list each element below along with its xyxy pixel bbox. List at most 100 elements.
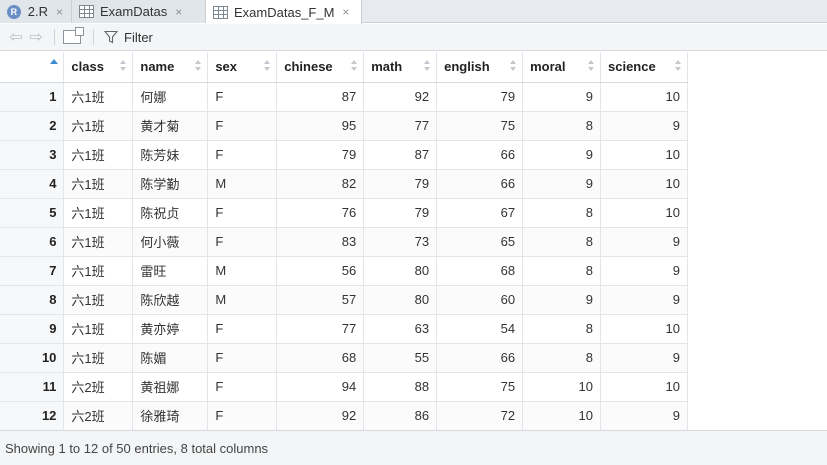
table-cell-class: 六2班 (63, 372, 134, 402)
sort-icon (588, 60, 594, 72)
table-cell-sex: M (207, 285, 278, 315)
column-header-label: class (71, 59, 104, 75)
table-cell-science: 10 (600, 372, 688, 402)
tab-examdatas[interactable]: ExamDatas × (72, 0, 206, 23)
row-number-cell: 8 (0, 285, 65, 315)
tab-2-r[interactable]: R 2.R × (0, 0, 72, 23)
back-arrow-icon[interactable]: ⇦ (6, 27, 26, 47)
table-cell-math: 86 (363, 401, 438, 431)
table-row: 11 六2班 黄祖娜 F 94 88 75 10 10 (0, 372, 688, 402)
table-cell-chinese: 77 (276, 314, 365, 344)
column-header-math[interactable]: math (363, 52, 438, 83)
table-cell-moral: 9 (522, 169, 601, 199)
table-cell-science: 9 (600, 256, 688, 286)
table-cell-math: 80 (363, 285, 438, 315)
table-cell-sex: F (207, 111, 278, 141)
row-number-header[interactable] (0, 52, 65, 83)
data-table: class name sex chinese math english mora… (0, 52, 688, 431)
forward-arrow-icon[interactable]: ⇨ (26, 27, 46, 47)
table-cell-moral: 10 (522, 401, 601, 431)
close-icon[interactable]: × (56, 5, 63, 19)
table-cell-class: 六1班 (63, 314, 134, 344)
table-cell-class: 六1班 (63, 343, 134, 373)
table-cell-science: 10 (600, 314, 688, 344)
table-cell-english: 66 (436, 169, 524, 199)
tab-label: ExamDatas_F_M (234, 4, 335, 20)
table-cell-math: 87 (363, 140, 438, 170)
table-cell-sex: M (207, 169, 278, 199)
row-number-cell: 6 (0, 227, 65, 257)
data-grid-icon (78, 4, 94, 20)
table-cell-sex: F (207, 314, 278, 344)
table-cell-sex: F (207, 140, 278, 170)
table-cell-english: 65 (436, 227, 524, 257)
table-cell-sex: F (207, 198, 278, 228)
table-row: 10 六1班 陈媚 F 68 55 66 8 9 (0, 343, 688, 373)
table-cell-chinese: 68 (276, 343, 365, 373)
row-number-cell: 4 (0, 169, 65, 199)
data-grid-icon (212, 4, 228, 20)
column-header-label: sex (215, 59, 238, 75)
table-row: 1 六1班 何娜 F 87 92 79 9 10 (0, 82, 688, 112)
table-cell-moral: 9 (522, 82, 601, 112)
column-header-name[interactable]: name (132, 52, 209, 83)
table-row: 9 六1班 黄亦婷 F 77 63 54 8 10 (0, 314, 688, 344)
column-header-science[interactable]: science (600, 52, 688, 83)
table-cell-name: 黄亦婷 (132, 314, 209, 344)
row-number-cell: 7 (0, 256, 65, 286)
column-header-chinese[interactable]: chinese (276, 52, 365, 83)
table-cell-chinese: 83 (276, 227, 365, 257)
table-cell-moral: 8 (522, 198, 601, 228)
table-cell-math: 79 (363, 169, 438, 199)
table-cell-chinese: 79 (276, 140, 365, 170)
column-header-moral[interactable]: moral (522, 52, 601, 83)
column-header-sex[interactable]: sex (207, 52, 278, 83)
table-cell-math: 79 (363, 198, 438, 228)
table-cell-sex: F (207, 227, 278, 257)
table-cell-english: 79 (436, 82, 524, 112)
toolbar-divider (93, 29, 94, 45)
table-cell-chinese: 57 (276, 285, 365, 315)
table-cell-sex: F (207, 372, 278, 402)
row-number-cell: 1 (0, 82, 65, 112)
table-cell-chinese: 87 (276, 82, 365, 112)
column-header-label: moral (530, 59, 566, 75)
table-cell-name: 陈媚 (132, 343, 209, 373)
table-cell-chinese: 92 (276, 401, 365, 431)
table-cell-name: 何娜 (132, 82, 209, 112)
table-cell-math: 63 (363, 314, 438, 344)
table-cell-math: 73 (363, 227, 438, 257)
column-header-class[interactable]: class (63, 52, 134, 83)
table-cell-moral: 8 (522, 256, 601, 286)
filter-label: Filter (124, 29, 153, 45)
table-cell-math: 88 (363, 372, 438, 402)
row-number-cell: 3 (0, 140, 65, 170)
data-grid: class name sex chinese math english mora… (0, 52, 688, 431)
table-cell-name: 陈欣越 (132, 285, 209, 315)
table-cell-chinese: 56 (276, 256, 365, 286)
close-icon[interactable]: × (342, 5, 349, 19)
table-cell-moral: 9 (522, 285, 601, 315)
table-cell-science: 9 (600, 285, 688, 315)
popout-window-icon[interactable] (63, 27, 84, 44)
table-row: 4 六1班 陈学勤 M 82 79 66 9 10 (0, 169, 688, 199)
table-cell-name: 何小薇 (132, 227, 209, 257)
table-cell-science: 10 (600, 198, 688, 228)
column-header-label: english (444, 59, 490, 75)
table-cell-sex: M (207, 256, 278, 286)
table-cell-class: 六1班 (63, 140, 134, 170)
table-cell-moral: 8 (522, 111, 601, 141)
tab-examdatas-f-m[interactable]: ExamDatas_F_M × (206, 0, 362, 24)
table-cell-class: 六2班 (63, 401, 134, 431)
table-cell-math: 77 (363, 111, 438, 141)
table-cell-english: 66 (436, 343, 524, 373)
close-icon[interactable]: × (175, 5, 182, 19)
table-cell-name: 陈祝贞 (132, 198, 209, 228)
row-number-cell: 5 (0, 198, 65, 228)
table-cell-english: 66 (436, 140, 524, 170)
column-header-english[interactable]: english (436, 52, 524, 83)
viewer-toolbar: ⇦ ⇨ Filter (0, 24, 827, 51)
table-cell-name: 陈学勤 (132, 169, 209, 199)
table-cell-name: 雷旺 (132, 256, 209, 286)
filter-button[interactable]: Filter (104, 30, 153, 45)
